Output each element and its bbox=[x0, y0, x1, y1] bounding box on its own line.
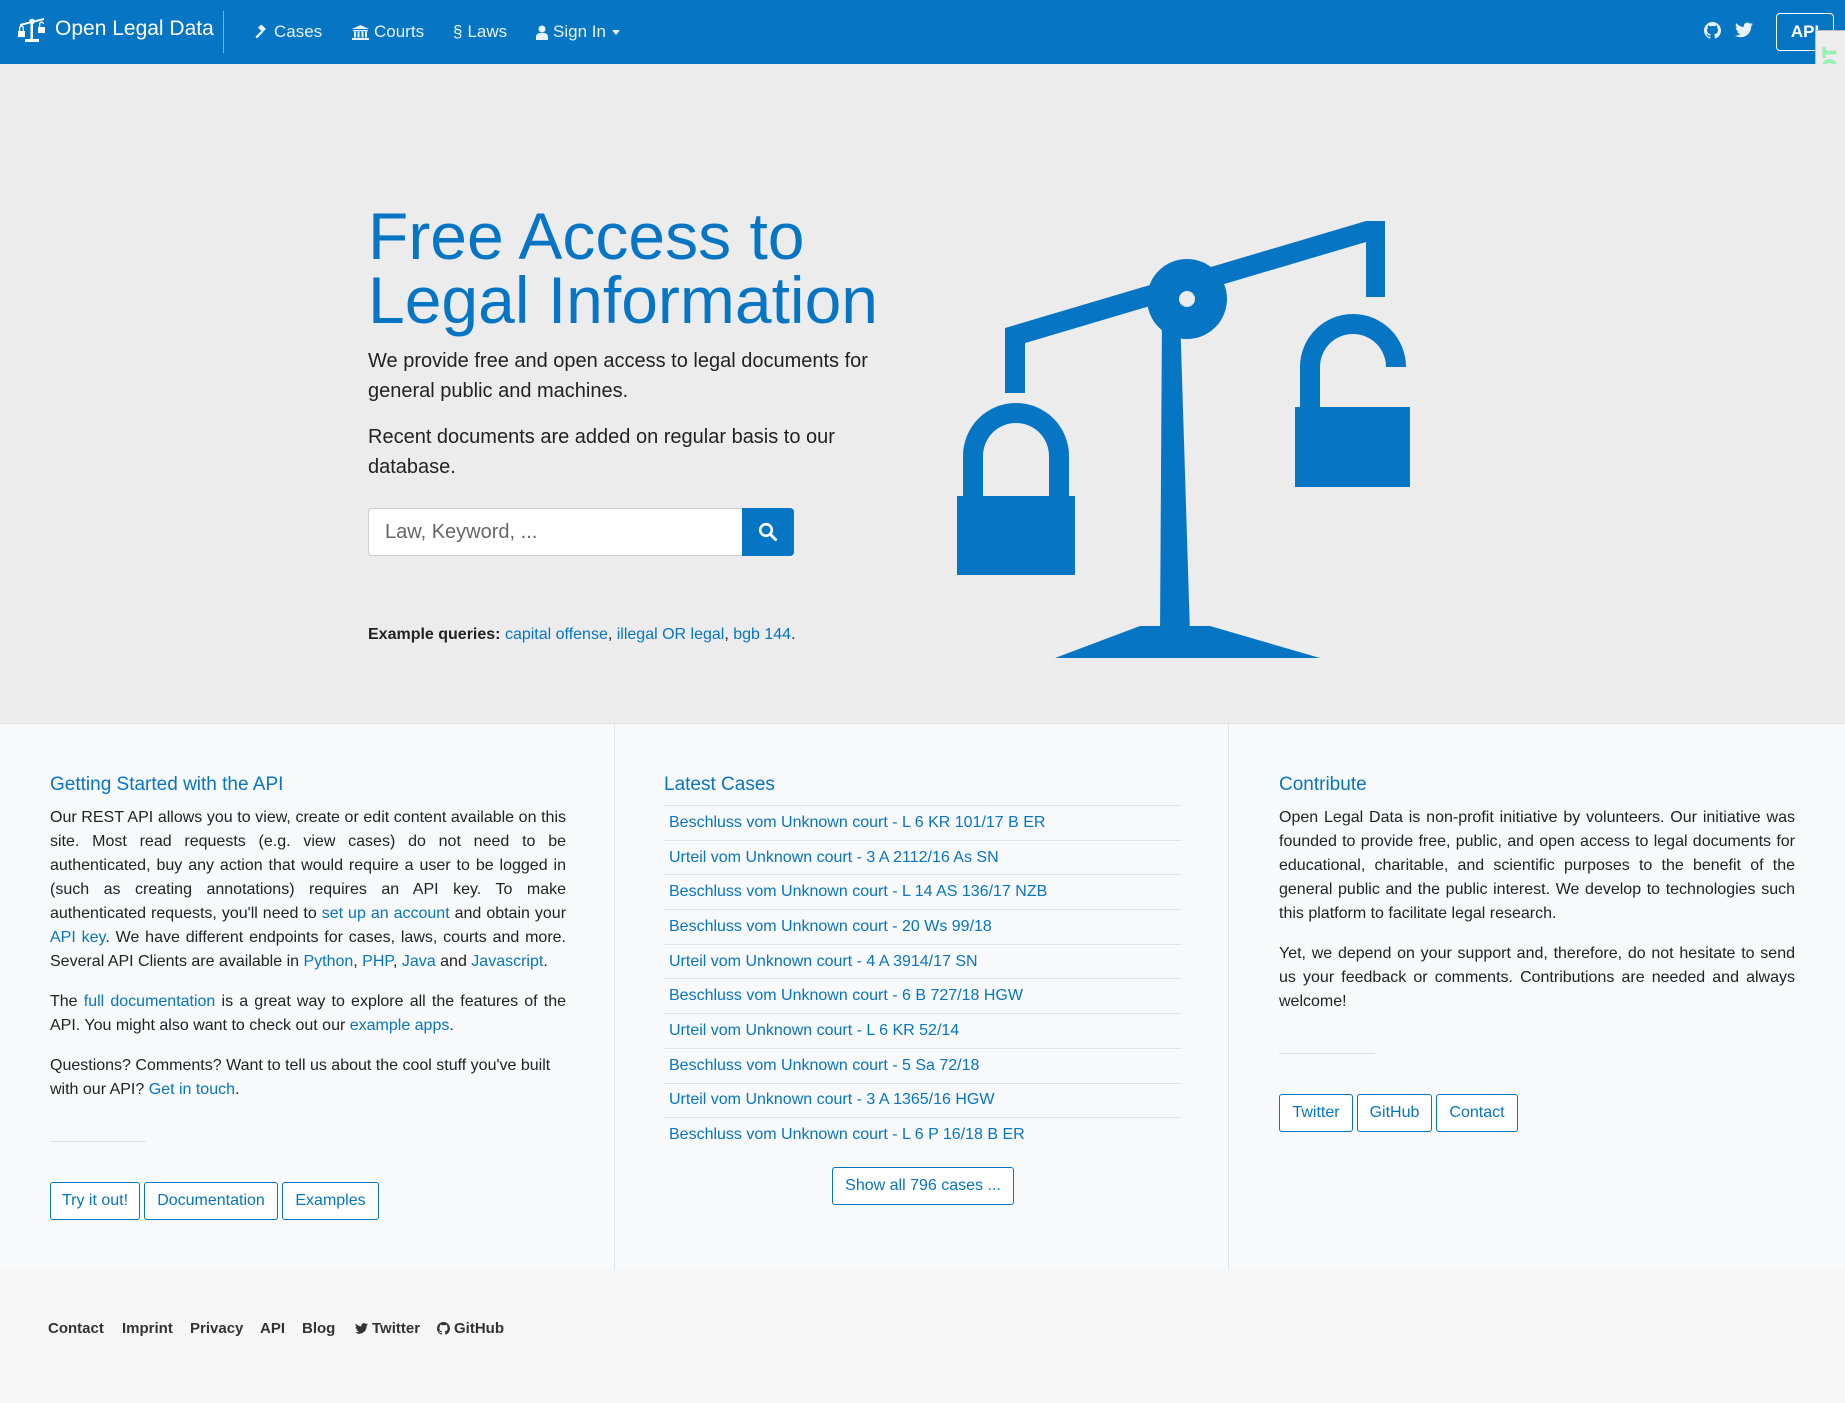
api-paragraph-1: Our REST API allows you to view, create … bbox=[50, 809, 567, 970]
caret-down-icon bbox=[611, 29, 620, 35]
contribute-title: Contribute bbox=[1279, 774, 1367, 795]
contribute-panel: Contribute Open Legal Data is non-profit… bbox=[1229, 724, 1845, 1270]
section-icon: § bbox=[453, 22, 463, 41]
gavel-icon bbox=[254, 24, 269, 40]
twitter-icon[interactable] bbox=[1735, 22, 1753, 43]
latest-cases-title: Latest Cases bbox=[664, 774, 775, 795]
case-link[interactable]: Beschluss vom Unknown court - L 14 AS 13… bbox=[669, 883, 1047, 901]
setup-account-link[interactable]: set up an account bbox=[322, 905, 450, 922]
case-list: Beschluss vom Unknown court - L 6 KR 101… bbox=[663, 805, 1181, 1152]
api-paragraph-2: The full documentation is a great way to… bbox=[50, 993, 567, 1034]
nav-courts[interactable]: Courts bbox=[352, 22, 424, 42]
nav-laws-label: Laws bbox=[467, 22, 508, 41]
nav-cases-label: Cases bbox=[274, 22, 323, 41]
search-button[interactable] bbox=[742, 508, 794, 556]
footer-twitter-label: Twitter bbox=[372, 1320, 421, 1337]
case-row: Urteil vom Unknown court - 4 A 3914/17 S… bbox=[663, 943, 1181, 979]
brand-name: Open Legal Data bbox=[55, 17, 214, 40]
github-button[interactable]: GitHub bbox=[1357, 1094, 1432, 1132]
api-text: Questions? Comments? Want to tell us abo… bbox=[50, 1057, 551, 1098]
case-link[interactable]: Urteil vom Unknown court - 3 A 1365/16 H… bbox=[669, 1091, 994, 1109]
contribute-paragraph-1: Open Legal Data is non-profit initiative… bbox=[1279, 809, 1795, 922]
example-queries: Example queries: capital offense, illega… bbox=[368, 626, 796, 643]
scale-of-justice-illustration bbox=[957, 221, 1410, 658]
api-panel: Getting Started with the API Our REST AP… bbox=[0, 724, 615, 1270]
nav-laws[interactable]: § Laws bbox=[453, 22, 507, 42]
case-link[interactable]: Beschluss vom Unknown court - 20 Ws 99/1… bbox=[669, 918, 992, 936]
footer-blog-link[interactable]: Blog bbox=[302, 1320, 335, 1337]
nav-courts-label: Courts bbox=[374, 22, 425, 41]
divider bbox=[1279, 1053, 1375, 1054]
example-queries-label: Example queries: bbox=[368, 626, 501, 643]
hero-paragraph-1: We provide free and open access to legal… bbox=[368, 350, 868, 402]
search-form bbox=[368, 508, 794, 556]
case-row: Beschluss vom Unknown court - 5 Sa 72/18 bbox=[663, 1047, 1181, 1083]
api-text: The bbox=[50, 993, 84, 1010]
case-row: Beschluss vom Unknown court - 6 B 727/18… bbox=[663, 978, 1181, 1013]
case-row: Beschluss vom Unknown court - L 14 AS 13… bbox=[663, 874, 1181, 909]
show-all-cases-button[interactable]: Show all 796 cases ... bbox=[832, 1167, 1014, 1205]
footer-privacy-link[interactable]: Privacy bbox=[190, 1320, 243, 1337]
examples-button[interactable]: Examples bbox=[282, 1182, 379, 1220]
case-link[interactable]: Beschluss vom Unknown court - L 6 KR 101… bbox=[669, 814, 1045, 832]
brand-link[interactable]: Open Legal Data bbox=[17, 15, 214, 43]
contribute-paragraph-2: Yet, we depend on your support and, ther… bbox=[1279, 945, 1795, 1010]
example-query-link[interactable]: capital offense bbox=[505, 626, 608, 643]
footer-api-link[interactable]: API bbox=[260, 1320, 285, 1337]
nav-cases[interactable]: Cases bbox=[254, 22, 322, 42]
footer-imprint-link[interactable]: Imprint bbox=[122, 1320, 173, 1337]
case-row: Beschluss vom Unknown court - L 6 KR 101… bbox=[663, 805, 1181, 840]
navbar: Open Legal Data Cases Courts § Laws Sign… bbox=[0, 0, 1845, 64]
hero-title: Free Access to Legal Information bbox=[368, 199, 878, 337]
try-it-out-button[interactable]: Try it out! bbox=[50, 1182, 140, 1220]
institution-icon bbox=[352, 24, 369, 40]
api-key-link[interactable]: API key bbox=[50, 929, 105, 946]
hero-paragraph-2: Recent documents are added on regular ba… bbox=[368, 426, 835, 478]
case-row: Beschluss vom Unknown court - L 6 P 16/1… bbox=[663, 1117, 1181, 1152]
get-in-touch-link[interactable]: Get in touch bbox=[149, 1081, 235, 1098]
footer-github-link[interactable]: GitHub bbox=[437, 1320, 504, 1337]
case-link[interactable]: Beschluss vom Unknown court - 5 Sa 72/18 bbox=[669, 1057, 979, 1075]
footer-twitter-link[interactable]: Twitter bbox=[355, 1320, 420, 1337]
search-input[interactable] bbox=[368, 508, 742, 556]
footer-contact-link[interactable]: Contact bbox=[48, 1320, 104, 1337]
divider bbox=[50, 1141, 146, 1142]
case-row: Beschluss vom Unknown court - 20 Ws 99/1… bbox=[663, 909, 1181, 944]
case-row: Urteil vom Unknown court - 3 A 2112/16 A… bbox=[663, 839, 1181, 875]
case-link[interactable]: Urteil vom Unknown court - 4 A 3914/17 S… bbox=[669, 953, 978, 971]
api-section-title: Getting Started with the API bbox=[50, 774, 284, 795]
case-link[interactable]: Beschluss vom Unknown court - 6 B 727/18… bbox=[669, 987, 1023, 1005]
example-query-link[interactable]: bgb 144 bbox=[733, 626, 791, 643]
nav-sign-in[interactable]: Sign In bbox=[536, 22, 620, 42]
java-client-link[interactable]: Java bbox=[402, 953, 436, 970]
case-link[interactable]: Beschluss vom Unknown court - L 6 P 16/1… bbox=[669, 1126, 1025, 1144]
github-icon bbox=[437, 1322, 450, 1335]
twitter-icon bbox=[355, 1323, 368, 1334]
api-text: and obtain your bbox=[449, 905, 567, 922]
github-icon[interactable] bbox=[1704, 22, 1721, 44]
contact-button[interactable]: Contact bbox=[1436, 1094, 1518, 1132]
case-row: Urteil vom Unknown court - 3 A 1365/16 H… bbox=[663, 1082, 1181, 1118]
case-link[interactable]: Urteil vom Unknown court - L 6 KR 52/14 bbox=[669, 1022, 959, 1040]
api-paragraph-3: Questions? Comments? Want to tell us abo… bbox=[50, 1057, 551, 1098]
case-row: Urteil vom Unknown court - L 6 KR 52/14 bbox=[663, 1013, 1181, 1048]
search-icon bbox=[758, 522, 777, 541]
hero-section: Free Access to Legal Information We prov… bbox=[0, 64, 1845, 724]
php-client-link[interactable]: PHP bbox=[362, 953, 393, 970]
documentation-button[interactable]: Documentation bbox=[144, 1182, 278, 1220]
twitter-button[interactable]: Twitter bbox=[1279, 1094, 1353, 1132]
nav-sign-in-label: Sign In bbox=[553, 22, 606, 41]
user-icon bbox=[536, 25, 548, 40]
example-query-link[interactable]: illegal OR legal bbox=[617, 626, 725, 643]
full-documentation-link[interactable]: full documentation bbox=[84, 993, 216, 1010]
footer-github-label: GitHub bbox=[454, 1320, 504, 1337]
brand-divider bbox=[223, 11, 224, 53]
example-apps-link[interactable]: example apps bbox=[350, 1017, 450, 1034]
scale-logo-icon bbox=[18, 18, 45, 42]
python-client-link[interactable]: Python bbox=[303, 953, 353, 970]
case-link[interactable]: Urteil vom Unknown court - 3 A 2112/16 A… bbox=[669, 849, 999, 867]
javascript-client-link[interactable]: Javascript bbox=[471, 953, 543, 970]
